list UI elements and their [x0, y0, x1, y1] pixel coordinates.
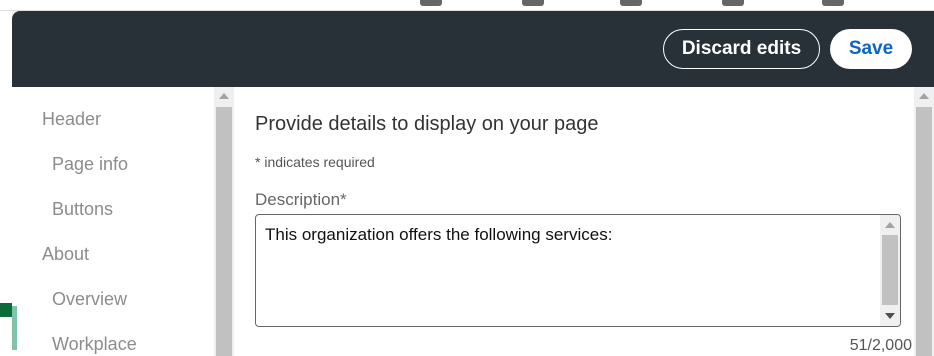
- nav-icon: [620, 0, 642, 6]
- nav-icon: [722, 0, 744, 6]
- nav-icon: [420, 0, 442, 6]
- nav-item-buttons[interactable]: Buttons: [52, 199, 113, 220]
- content-scrollbar[interactable]: [914, 87, 934, 356]
- description-value[interactable]: This organization offers the following s…: [265, 225, 612, 245]
- save-button[interactable]: Save: [830, 29, 912, 69]
- scroll-up-arrow-icon[interactable]: [919, 93, 929, 99]
- background-top-nav: [0, 0, 934, 11]
- background-accent: [0, 303, 12, 317]
- nav-section-about[interactable]: About: [42, 244, 89, 265]
- scrollbar-thumb[interactable]: [882, 235, 898, 305]
- nav-item-page-info[interactable]: Page info: [52, 154, 128, 175]
- background-page-edge: [0, 11, 12, 356]
- scroll-down-arrow-icon[interactable]: [885, 313, 895, 319]
- side-nav: Header Page info Buttons About Overview …: [12, 87, 214, 356]
- nav-item-workplace[interactable]: Workplace: [52, 334, 137, 355]
- nav-icon: [822, 0, 844, 6]
- nav-item-overview[interactable]: Overview: [52, 289, 127, 310]
- description-textarea[interactable]: This organization offers the following s…: [255, 214, 901, 327]
- textarea-scrollbar[interactable]: [880, 215, 900, 326]
- side-nav-scrollbar[interactable]: [214, 87, 234, 356]
- form-title: Provide details to display on your page: [255, 113, 599, 135]
- character-count: 51/2,000: [849, 337, 912, 354]
- required-note: * indicates required: [255, 154, 375, 170]
- nav-section-header[interactable]: Header: [42, 109, 101, 130]
- scroll-up-arrow-icon[interactable]: [219, 93, 229, 99]
- scrollbar-thumb[interactable]: [916, 107, 932, 356]
- active-nav-indicator: [12, 306, 17, 350]
- modal-header: Discard edits Save: [12, 11, 934, 87]
- description-label: Description*: [255, 190, 347, 209]
- details-form: Provide details to display on your page …: [234, 87, 914, 356]
- scrollbar-thumb[interactable]: [216, 107, 232, 356]
- scroll-up-arrow-icon[interactable]: [885, 222, 895, 228]
- edit-page-modal: Discard edits Save Header Page info Butt…: [12, 11, 934, 356]
- nav-icon: [522, 0, 544, 6]
- discard-edits-button[interactable]: Discard edits: [663, 29, 820, 69]
